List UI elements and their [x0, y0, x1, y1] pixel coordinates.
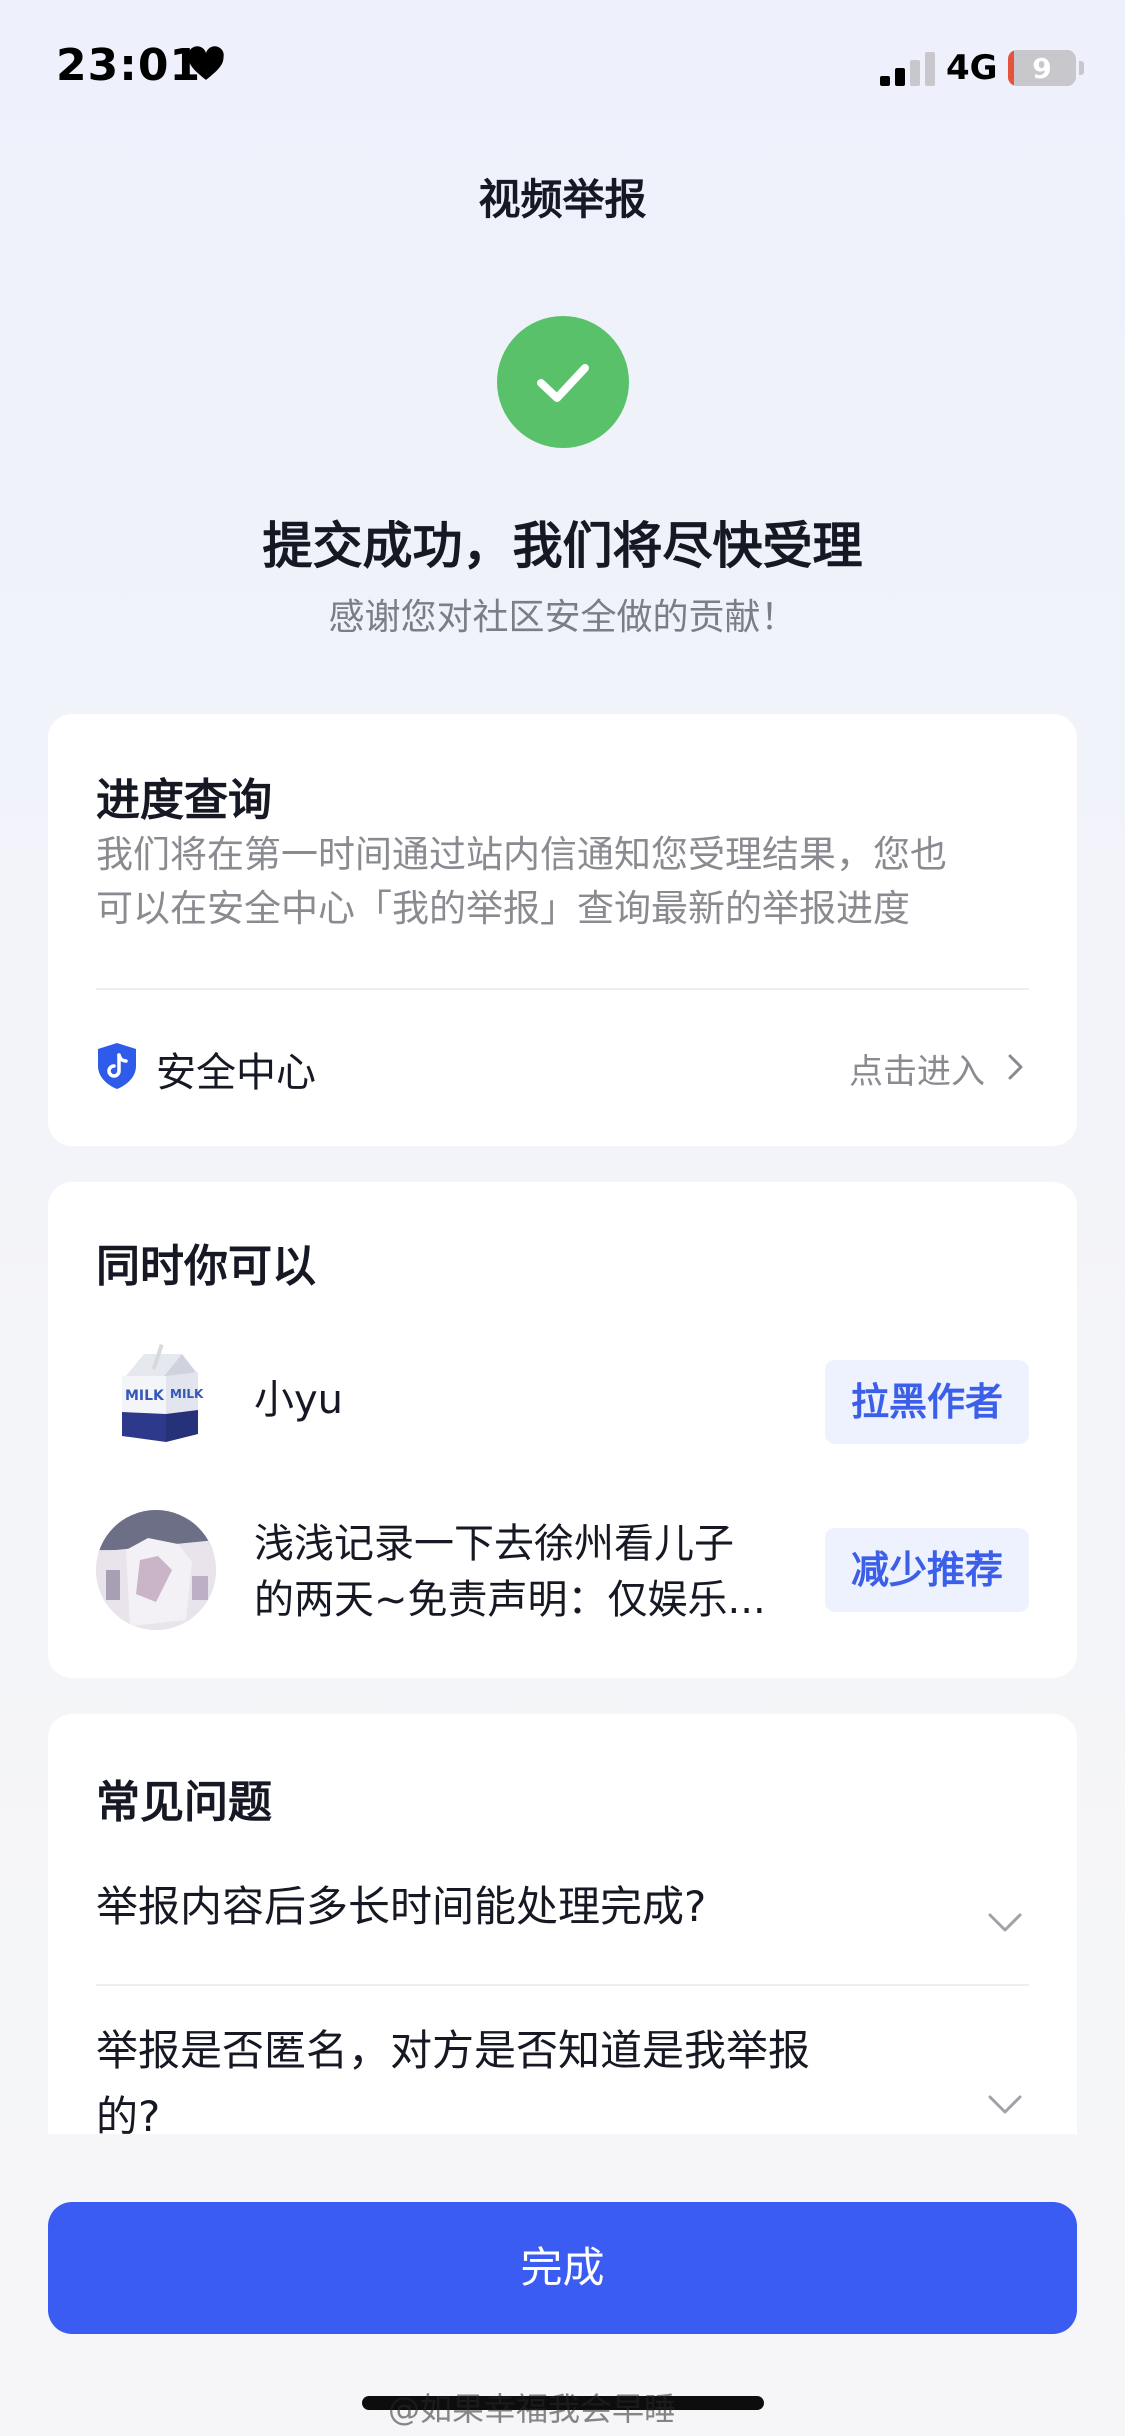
faq-title: 常见问题	[96, 1777, 272, 1828]
battery-tip	[1079, 61, 1084, 75]
page-title: 视频举报	[478, 175, 647, 224]
watermark: @如果幸福我会早睡	[388, 2390, 677, 2428]
block-author-row: MILK MILK 小yu 拉黑作者	[48, 1332, 1077, 1472]
success-subtitle: 感谢您对社区安全做的贡献！	[328, 597, 797, 638]
progress-title: 进度查询	[96, 775, 272, 826]
svg-text:MILK: MILK	[170, 1387, 204, 1401]
faq-question-2[interactable]: 举报是否匿名，对方是否知道是我举报 的?	[96, 2018, 916, 2134]
done-button[interactable]: 完成	[48, 2202, 1077, 2334]
milk-carton-avatar: MILK MILK	[122, 1343, 204, 1442]
faq-card: 常见问题 举报内容后多长时间能处理完成? 举报是否匿名，对方是否知道是我举报 的…	[48, 1714, 1077, 2134]
enter-link[interactable]: 点击进入	[849, 1044, 985, 1093]
chevron-down-icon[interactable]	[987, 1912, 1023, 1934]
divider	[96, 1984, 1029, 1986]
svg-text:MILK: MILK	[125, 1388, 165, 1404]
security-center-row[interactable]: 安全中心 点击进入	[48, 990, 1077, 1146]
signal-icon	[880, 52, 935, 86]
author-name: 小yu	[254, 1377, 344, 1423]
status-bar: 23:01 4G 9	[0, 0, 1125, 130]
network-type: 4G	[946, 48, 998, 88]
block-author-button[interactable]: 拉黑作者	[825, 1360, 1029, 1444]
actions-card: 同时你可以 MILK MILK 小yu 拉黑作者 浅浅记录一下去徐州看儿子 的两…	[48, 1182, 1077, 1678]
video-title-line: 浅浅记录一下去徐州看儿子	[254, 1521, 734, 1567]
shield-icon	[98, 1043, 136, 1089]
video-title-line: 的两天~免责声明：仅娱乐...	[254, 1577, 766, 1623]
success-title: 提交成功，我们将尽快受理	[262, 517, 863, 575]
faq-question-line: 的?	[96, 2092, 161, 2134]
chevron-right-icon	[1008, 1054, 1023, 1080]
security-center-label: 安全中心	[156, 1050, 316, 1096]
actions-title: 同时你可以	[96, 1241, 316, 1292]
video-thumbnail-avatar	[96, 1510, 216, 1630]
chevron-down-icon[interactable]	[987, 2094, 1023, 2116]
reduce-recommend-button[interactable]: 减少推荐	[825, 1528, 1029, 1612]
progress-card: 进度查询 我们将在第一时间通过站内信通知您受理结果，您也 可以在安全中心「我的举…	[48, 714, 1077, 1146]
battery-level: 9	[1032, 52, 1052, 85]
status-time: 23:01	[56, 40, 202, 91]
faq-question-1[interactable]: 举报内容后多长时间能处理完成?	[96, 1874, 916, 1940]
progress-description-line: 可以在安全中心「我的举报」查询最新的举报进度	[96, 887, 910, 930]
success-check-icon	[497, 316, 629, 448]
heart-icon	[188, 46, 224, 80]
battery-icon: 9	[1008, 50, 1076, 86]
progress-description-line: 我们将在第一时间通过站内信通知您受理结果，您也	[96, 833, 947, 876]
video-title: 浅浅记录一下去徐州看儿子 的两天~免责声明：仅娱乐...	[254, 1516, 766, 1628]
faq-question-line: 举报是否匿名，对方是否知道是我举报	[96, 2026, 811, 2075]
reduce-recommend-row: 浅浅记录一下去徐州看儿子 的两天~免责声明：仅娱乐... 减少推荐	[48, 1502, 1077, 1642]
progress-description: 我们将在第一时间通过站内信通知您受理结果，您也 可以在安全中心「我的举报」查询最…	[96, 828, 1036, 936]
